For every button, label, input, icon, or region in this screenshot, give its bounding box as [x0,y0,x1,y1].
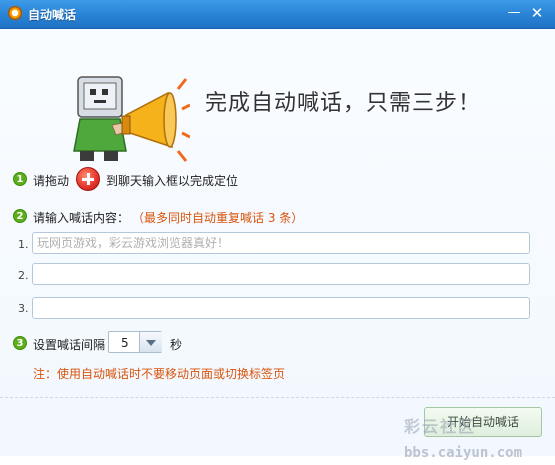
start-auto-shout-button[interactable]: 开始自动喊话 [424,407,542,437]
main-panel: 完成自动喊话，只需三步！ 1 请拖动 到聊天输入框以完成定位 2 请输入喊话内容… [0,29,555,461]
interval-unit: 秒 [170,338,183,352]
watermark-url: bbs.caiyun.com [404,445,523,461]
footer-divider [0,397,555,398]
interval-select[interactable]: 5 [108,331,162,353]
step-1-label-before: 请拖动 [33,174,70,188]
page-title: 完成自动喊话，只需三步！ [205,91,482,116]
step-3-label: 设置喊话间隔 [33,338,106,352]
step-1-label-after: 到聊天输入框以完成定位 [106,174,239,188]
app-logo-icon [8,6,22,20]
message-row-index-1: 1. [18,238,29,251]
message-input-1[interactable] [32,232,530,254]
chevron-down-icon[interactable] [139,332,162,352]
step-1-badge: 1 [13,172,27,186]
title-bar[interactable]: 自动喊话 — ✕ [0,0,555,29]
message-row-index-2: 2. [18,269,29,282]
megaphone-mascot-icon [73,76,190,162]
interval-value: 5 [121,336,129,350]
window-title: 自动喊话 [28,8,77,22]
step-3-badge: 3 [13,336,27,350]
close-button[interactable]: ✕ [527,4,547,22]
step-2-hint: （最多同时自动重复喊话 3 条） [132,211,304,225]
message-row-index-3: 3. [18,302,29,315]
message-input-2[interactable] [32,263,530,285]
minimize-button[interactable]: — [504,4,524,22]
crosshair-drag-icon[interactable] [76,167,100,191]
message-input-3[interactable] [32,297,530,319]
step-2-badge: 2 [13,209,27,223]
step-2-label: 请输入喊话内容： [33,211,130,225]
usage-note: 注：使用自动喊话时不要移动页面或切换标签页 [33,367,286,381]
